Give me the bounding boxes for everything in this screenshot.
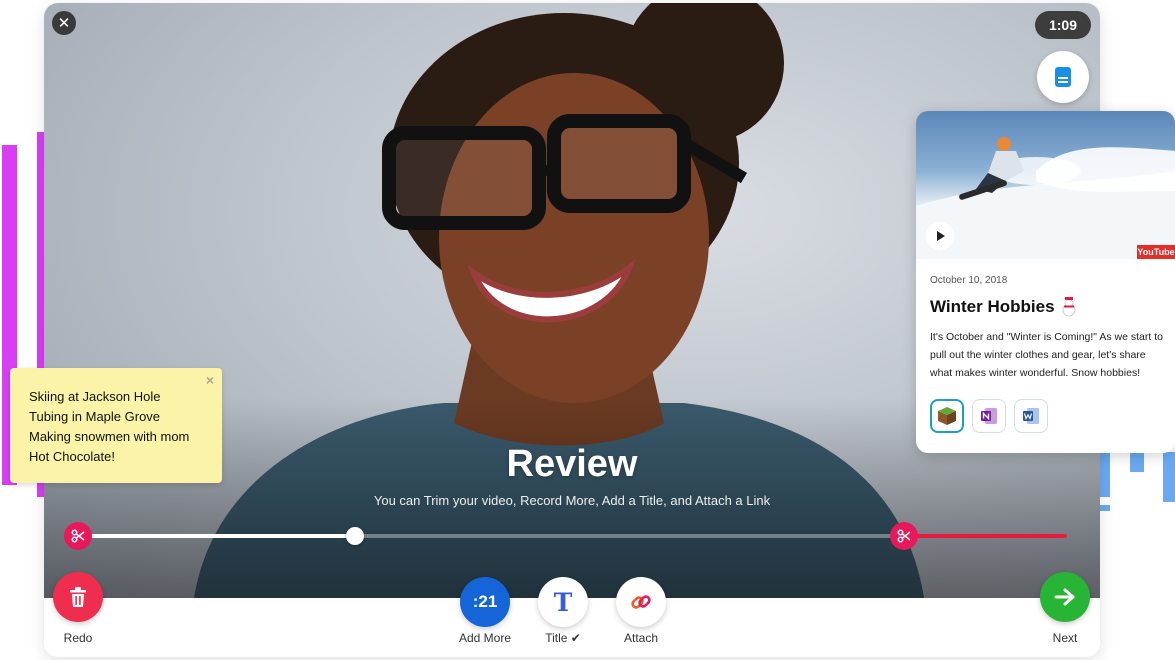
- add-more-button[interactable]: :21: [460, 577, 510, 627]
- trim-start-handle[interactable]: [64, 522, 92, 550]
- link-icon: [631, 595, 651, 609]
- topic-card[interactable]: YouTube October 10, 2018 Winter Hobbies …: [916, 111, 1175, 453]
- review-instructions: You can Trim your video, Record More, Ad…: [373, 493, 771, 508]
- sticky-note-line: Hot Chocolate!: [29, 449, 115, 464]
- sticky-note-line: Tubing in Maple Grove: [29, 409, 161, 424]
- close-icon: ✕: [57, 15, 71, 32]
- arrow-right-icon: [1054, 588, 1075, 606]
- next-button[interactable]: [1040, 572, 1090, 622]
- post-date: October 10, 2018: [930, 275, 1008, 286]
- attachment-word[interactable]: [1014, 399, 1048, 433]
- decorative-bar: [1100, 505, 1110, 511]
- decorative-bar: [1130, 452, 1144, 472]
- snowman-icon: [1062, 297, 1076, 317]
- youtube-badge: YouTube: [1137, 245, 1175, 259]
- timeline-played-segment: [77, 534, 355, 538]
- text-t-icon: T: [553, 587, 573, 617]
- scissors-icon: [897, 529, 911, 543]
- video-thumbnail[interactable]: YouTube: [916, 111, 1175, 259]
- post-title: Winter Hobbies: [930, 297, 1055, 316]
- attachment-onenote[interactable]: [972, 399, 1006, 433]
- decorative-bar: [1100, 452, 1110, 497]
- attach-label: Attach: [623, 631, 659, 645]
- trim-end-handle[interactable]: [890, 522, 918, 550]
- play-button[interactable]: [926, 222, 954, 250]
- play-icon: [937, 231, 945, 241]
- post-body: It's October and "Winter is Coming!" As …: [930, 331, 1163, 379]
- attachment-minecraft[interactable]: [930, 399, 964, 433]
- sticky-note-line: Skiing at Jackson Hole: [29, 389, 161, 404]
- recording-timer: 1:09: [1035, 11, 1091, 39]
- redo-label: Redo: [63, 631, 93, 645]
- minecraft-icon: [938, 407, 956, 425]
- scissors-icon: [71, 529, 85, 543]
- word-icon: [1023, 408, 1039, 424]
- sticky-note[interactable]: × Skiing at Jackson Hole Tubing in Maple…: [10, 368, 222, 483]
- sticky-close-icon[interactable]: ×: [206, 372, 214, 388]
- notes-icon: [1055, 67, 1071, 87]
- title-button[interactable]: T: [538, 577, 588, 627]
- notes-button[interactable]: [1037, 51, 1089, 103]
- decorative-bar: [1163, 452, 1175, 502]
- onenote-icon: [981, 408, 997, 424]
- close-button[interactable]: ✕: [52, 11, 76, 35]
- snowboarder-thumbnail-art: [916, 137, 1175, 259]
- sticky-note-line: Making snowmen with mom: [29, 429, 190, 444]
- attach-button[interactable]: [616, 577, 666, 627]
- redo-button[interactable]: [53, 572, 103, 622]
- post-title-row: Winter Hobbies: [930, 297, 1077, 317]
- sticky-note-list: Skiing at Jackson Hole Tubing in Maple G…: [29, 387, 189, 467]
- timeline-trimmed-segment: [904, 534, 1067, 538]
- add-more-counter: :21: [472, 592, 498, 611]
- trash-icon: [70, 587, 86, 607]
- timeline-playhead[interactable]: [346, 527, 364, 545]
- next-label: Next: [1052, 631, 1078, 645]
